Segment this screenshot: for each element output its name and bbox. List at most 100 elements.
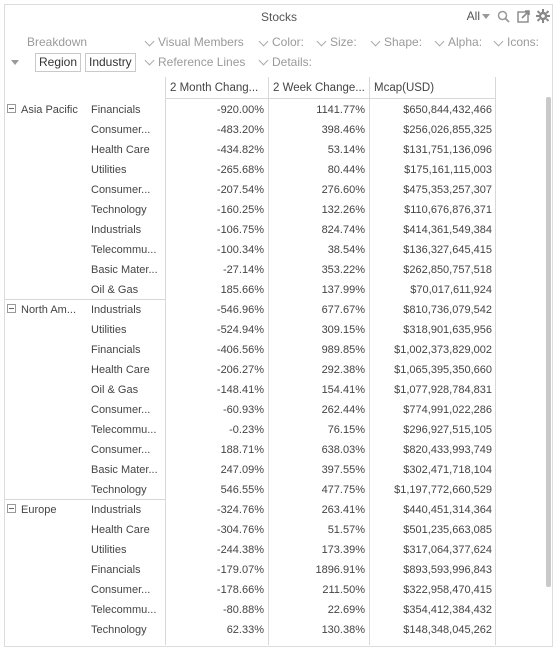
chevron-down-icon[interactable]: [144, 36, 155, 47]
mcap-cell: $318,901,635,956: [403, 324, 492, 336]
color-label[interactable]: Color:: [272, 35, 304, 49]
two-week-change-cell: 1896.91%: [315, 564, 365, 576]
two-week-change-cell: 76.15%: [327, 424, 365, 436]
breakdown-pill-industry[interactable]: Industry: [85, 53, 136, 72]
column-header-2month[interactable]: 2 Month Chang...: [165, 77, 268, 99]
two-week-change-cell: 309.15%: [321, 324, 365, 336]
mcap-cell: $820,433,993,749: [403, 444, 492, 456]
table-row[interactable]: Basic Mater... -27.14% 353.22% $262,850,757…: [5, 260, 496, 280]
table-row[interactable]: Telecommu... -100.34% 38.54% $136,327,645,4…: [5, 240, 496, 260]
two-month-change-cell: -244.38%: [216, 544, 264, 556]
mcap-cell: $354,412,384,432: [403, 604, 492, 616]
table-row[interactable]: Utilities -244.38% 173.39% $317,064,377,624: [5, 540, 496, 560]
visual-members-label[interactable]: Visual Members: [158, 35, 244, 49]
column-header-mcap[interactable]: Mcap(USD): [369, 77, 496, 99]
chevron-down-icon[interactable]: [144, 55, 155, 66]
scrollbar-thumb[interactable]: [546, 97, 551, 587]
industry-cell: Consumer...: [91, 444, 151, 456]
popout-icon[interactable]: [516, 9, 530, 23]
column-header-2week[interactable]: 2 Week Change...: [268, 77, 369, 99]
industry-cell: Health Care: [91, 364, 150, 376]
table-row[interactable]: Health Care -206.27% 292.38% $1,065,395,350…: [5, 360, 496, 380]
industry-cell: Technology: [91, 204, 147, 216]
table-row[interactable]: Consumer... -60.93% 262.44% $774,991,022,28…: [5, 400, 496, 420]
two-month-change-cell: -207.54%: [216, 184, 264, 196]
table-row[interactable]: Health Care -304.76% 51.57% $501,235,663,08…: [5, 520, 496, 540]
mcap-cell: $110,676,876,371: [404, 204, 492, 216]
chevron-down-icon[interactable]: [434, 36, 445, 47]
two-week-change-cell: 989.85%: [321, 344, 365, 356]
table-row[interactable]: Utilities -524.94% 309.15% $318,901,635,956: [5, 320, 496, 340]
two-week-change-cell: 130.38%: [321, 624, 365, 636]
table-row[interactable]: Health Care -434.82% 53.14% $131,751,136,09…: [5, 140, 496, 160]
industry-cell: Health Care: [91, 144, 150, 156]
table-row[interactable]: Technology 62.33% 130.38% $148,348,045,262: [5, 620, 496, 640]
top-controls: All: [467, 9, 550, 23]
two-month-change-cell: -265.68%: [216, 164, 264, 176]
two-week-change-cell: 276.60%: [321, 184, 365, 196]
two-month-change-cell: -160.25%: [216, 204, 264, 216]
table-row[interactable]: Oil & Gas 185.66% 137.99% $70,017,611,924: [5, 280, 496, 300]
table-row[interactable]: Consumer... -178.66% 211.50% $322,958,470,4…: [5, 580, 496, 600]
icons-label[interactable]: Icons:: [507, 35, 539, 49]
details-label[interactable]: Details:: [272, 55, 312, 69]
shape-label[interactable]: Shape:: [384, 35, 422, 49]
chevron-down-icon[interactable]: [258, 55, 269, 66]
industry-cell: Oil & Gas: [91, 284, 139, 296]
table-row[interactable]: Industrials -106.75% 824.74% $414,361,549,3…: [5, 220, 496, 240]
industry-cell: Consumer...: [91, 184, 151, 196]
breakdown-row: Region Industry Reference Lines Details:: [0, 53, 558, 73]
two-month-change-cell: -60.93%: [223, 404, 264, 416]
size-label[interactable]: Size:: [330, 35, 357, 49]
table-row[interactable]: Technology -160.25% 132.26% $110,676,876,37…: [5, 200, 496, 220]
chevron-down-icon[interactable]: [370, 36, 381, 47]
table-row[interactable]: Oil & Gas -148.41% 154.41% $1,077,928,784,8…: [5, 380, 496, 400]
two-month-change-cell: -106.75%: [216, 224, 264, 236]
table-row[interactable]: Basic Mater... 247.09% 397.55% $302,471,718…: [5, 460, 496, 480]
mcap-cell: $175,161,115,003: [404, 164, 492, 176]
table-row[interactable]: Consumer... -483.20% 398.46% $256,026,855,3…: [5, 120, 496, 140]
mcap-cell: $70,017,611,924: [410, 284, 492, 296]
industry-cell: Industrials: [91, 504, 142, 516]
mcap-cell: $440,451,314,364: [403, 504, 492, 516]
two-month-change-cell: 546.55%: [220, 484, 264, 496]
two-month-change-cell: -546.96%: [216, 304, 264, 316]
table-row[interactable]: Financials -406.56% 989.85% $1,002,373,829,…: [5, 340, 496, 360]
gear-icon[interactable]: [536, 9, 550, 23]
two-month-change-cell: -179.07%: [216, 564, 264, 576]
industry-cell: Telecommu...: [91, 244, 157, 256]
table-row[interactable]: Telecommu... -0.23% 76.15% $296,927,515,105: [5, 420, 496, 440]
industry-cell: Consumer...: [91, 124, 151, 136]
breakdown-pill-region[interactable]: Region: [35, 53, 82, 72]
table-row[interactable]: Telecommu... -80.88% 22.69% $354,412,384,43…: [5, 600, 496, 620]
reference-lines-label[interactable]: Reference Lines: [158, 55, 245, 69]
chevron-down-icon[interactable]: [316, 36, 327, 47]
table-row[interactable]: Consumer... -207.54% 276.60% $475,353,257,3…: [5, 180, 496, 200]
mcap-cell: $148,348,045,262: [403, 624, 492, 636]
two-week-change-cell: 80.44%: [327, 164, 365, 176]
two-week-change-cell: 53.14%: [327, 144, 365, 156]
table-row[interactable]: Utilities -265.68% 80.44% $175,161,115,003: [5, 160, 496, 180]
table-row[interactable]: Consumer... 188.71% 638.03% $820,433,993,74…: [5, 440, 496, 460]
two-month-change-cell: -0.23%: [229, 424, 264, 436]
filter-select[interactable]: All: [467, 9, 490, 23]
chevron-down-icon[interactable]: [258, 36, 269, 47]
two-week-change-cell: 292.38%: [321, 364, 365, 376]
two-month-change-cell: -100.34%: [216, 244, 264, 256]
chevron-down-icon[interactable]: [493, 36, 504, 47]
table-row[interactable]: Financials -920.00% 1141.77% $650,844,432,4…: [5, 100, 496, 120]
two-week-change-cell: 353.22%: [321, 264, 365, 276]
mcap-cell: $322,958,470,415: [403, 584, 492, 596]
industry-cell: Health Care: [91, 524, 150, 536]
table-row[interactable]: Industrials -324.76% 263.41% $440,451,314,3…: [5, 500, 496, 520]
alpha-label[interactable]: Alpha:: [448, 35, 482, 49]
table-row[interactable]: Financials -179.07% 1896.91% $893,593,996,8…: [5, 560, 496, 580]
two-week-change-cell: 263.41%: [321, 504, 365, 516]
table-row[interactable]: Technology 546.55% 477.75% $1,197,772,660,5…: [5, 480, 496, 500]
search-icon[interactable]: [496, 9, 510, 23]
filter-select-value: All: [466, 9, 480, 23]
table-row[interactable]: Industrials -546.96% 677.67% $810,736,079,5…: [5, 300, 496, 320]
industry-cell: Telecommu...: [91, 424, 157, 436]
mcap-cell: $136,327,645,415: [403, 244, 492, 256]
caret-down-icon[interactable]: [11, 60, 19, 65]
